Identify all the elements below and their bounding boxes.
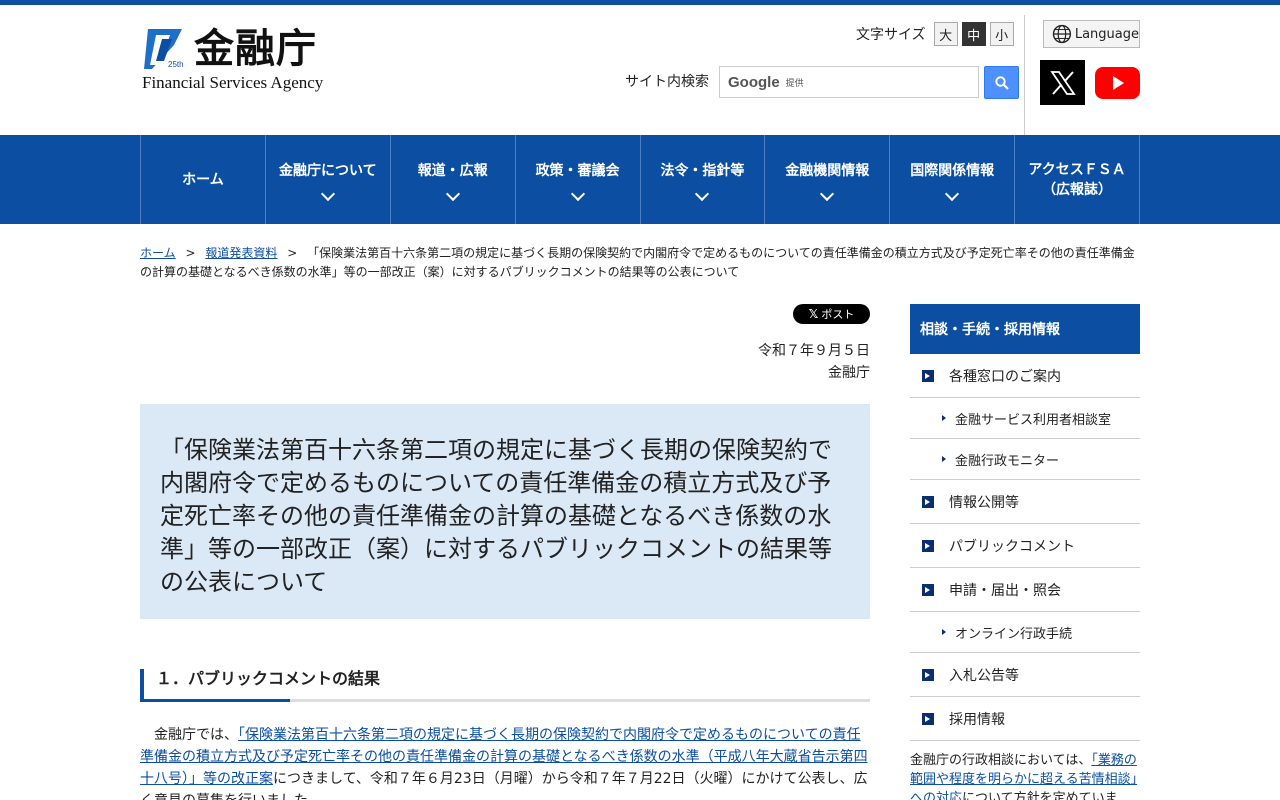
nav-about-label: 金融庁について xyxy=(279,162,377,179)
chevron-down-icon xyxy=(695,186,710,201)
sidebar-item-recruit[interactable]: 採用情報 xyxy=(910,697,1140,741)
chevron-down-icon xyxy=(570,186,585,201)
font-size-small-button[interactable]: 小 xyxy=(989,22,1014,46)
sidebar-subitem-online[interactable]: オンライン行政手続 xyxy=(910,612,1140,653)
sidebar: 相談・手続・採用情報 各種窓口のご案内 金融サービス利用者相談室 金融行政モニタ… xyxy=(910,304,1140,800)
arrow-square-icon xyxy=(922,712,934,725)
nav-press[interactable]: 報道・広報 xyxy=(391,135,516,224)
nav-about[interactable]: 金融庁について xyxy=(266,135,391,224)
nav-laws-label: 法令・指針等 xyxy=(660,162,745,179)
site-header: 25th 金融庁 Financial Services Agency 文字サイズ… xyxy=(140,5,1140,135)
google-label: Google xyxy=(728,73,780,91)
arrow-square-icon xyxy=(922,668,934,681)
nav-access-fsa-sublabel: （広報誌） xyxy=(1042,181,1113,198)
nav-institutions-label: 金融機関情報 xyxy=(785,162,870,179)
arrow-square-icon xyxy=(922,495,934,508)
google-provided-label: 提供 xyxy=(785,78,804,89)
font-size-control: 文字サイズ 大 中 小 xyxy=(856,22,1014,46)
x-logo-icon xyxy=(1049,70,1076,95)
triangle-right-icon xyxy=(942,629,946,635)
font-size-label: 文字サイズ xyxy=(856,27,926,43)
play-icon xyxy=(1112,76,1124,90)
logo-title: 金融庁 xyxy=(194,25,317,72)
nav-press-label: 報道・広報 xyxy=(417,162,488,179)
sidebar-item-public-comment[interactable]: パブリックコメント xyxy=(910,524,1140,568)
sidebar-item-label: 申請・届出・照会 xyxy=(949,582,1061,599)
x-post-button[interactable]: 𝕏 ポスト xyxy=(793,304,870,324)
breadcrumb-separator: > xyxy=(185,246,196,260)
sidebar-item-bids[interactable]: 入札公告等 xyxy=(910,653,1140,697)
publish-info: 令和７年９月５日 金融庁 xyxy=(758,340,870,384)
breadcrumb-home-link[interactable]: ホーム xyxy=(140,246,176,260)
logo-mark-icon: 25th xyxy=(144,29,184,69)
triangle-right-icon xyxy=(942,456,946,462)
sidebar-subitem-consultation[interactable]: 金融サービス利用者相談室 xyxy=(910,398,1140,439)
nav-laws[interactable]: 法令・指針等 xyxy=(641,135,766,224)
nav-policy[interactable]: 政策・審議会 xyxy=(516,135,641,224)
globe-icon xyxy=(1052,24,1072,44)
font-size-medium-button[interactable]: 中 xyxy=(961,22,986,46)
global-nav: ホーム 金融庁について 報道・広報 政策・審議会 法令・指針等 金融機関情報 国… xyxy=(0,135,1280,224)
nav-home[interactable]: ホーム xyxy=(141,135,266,224)
sidebar-item-label: 各種窓口のご案内 xyxy=(949,368,1061,385)
language-button[interactable]: Language xyxy=(1043,20,1140,48)
body-prefix: 金融庁では、 xyxy=(140,727,238,743)
chevron-down-icon xyxy=(445,186,460,201)
sidebar-subitem-label: 金融行政モニター xyxy=(955,453,1060,469)
content-area: 𝕏 ポスト 令和７年９月５日 金融庁 「保険業法第百十六条第二項の規定に基づく長… xyxy=(140,304,1140,800)
section-underline-accent xyxy=(140,699,290,702)
page-title: 「保険業法第百十六条第二項の規定に基づく長期の保険契約で内閣府令で定めるものにつ… xyxy=(160,436,832,596)
arrow-square-icon xyxy=(922,539,934,552)
arrow-square-icon xyxy=(922,583,934,596)
site-search-label: サイト内検索 xyxy=(625,74,709,90)
chevron-down-icon xyxy=(320,186,335,201)
nav-access-fsa-label: アクセスＦＳＡ xyxy=(1028,161,1126,178)
sidebar-note: 金融庁の行政相談においては、「業務の範囲や程度を明らかに超える苦情相談」への対応… xyxy=(910,751,1140,800)
section-heading: １．パブリックコメントの結果 xyxy=(140,669,870,701)
sidebar-item-disclosure[interactable]: 情報公開等 xyxy=(910,480,1140,524)
logo-subtitle: Financial Services Agency xyxy=(142,73,324,92)
svg-text:25th: 25th xyxy=(168,60,184,69)
publish-date: 令和７年９月５日 xyxy=(758,343,870,359)
breadcrumb-press-link[interactable]: 報道発表資料 xyxy=(205,246,277,260)
youtube-social-icon[interactable] xyxy=(1095,67,1140,99)
search-icon xyxy=(994,75,1009,90)
breadcrumb: ホーム > 報道発表資料 > 「保険業法第百十六条第二項の規定に基づく長期の保険… xyxy=(140,244,1140,282)
nav-institutions[interactable]: 金融機関情報 xyxy=(765,135,891,224)
nav-policy-label: 政策・審議会 xyxy=(535,162,620,179)
publisher: 金融庁 xyxy=(828,365,870,381)
chevron-down-icon xyxy=(945,186,960,201)
font-size-large-button[interactable]: 大 xyxy=(933,22,958,46)
fsa-logo[interactable]: 25th 金融庁 Financial Services Agency xyxy=(140,25,340,95)
page-title-box: 「保険業法第百十六条第二項の規定に基づく長期の保険契約で内閣府令で定めるものにつ… xyxy=(140,404,870,619)
sidebar-subitem-label: オンライン行政手続 xyxy=(955,626,1073,642)
nav-home-label: ホーム xyxy=(182,171,224,188)
sidebar-item-label: 採用情報 xyxy=(949,711,1005,728)
sidebar-subitem-monitor[interactable]: 金融行政モニター xyxy=(910,439,1140,480)
x-small-icon: 𝕏 xyxy=(808,307,819,321)
sidebar-item-applications[interactable]: 申請・届出・照会 xyxy=(910,568,1140,612)
nav-international-label: 国際関係情報 xyxy=(910,162,995,179)
breadcrumb-separator: > xyxy=(287,246,298,260)
post-label: ポスト xyxy=(821,308,855,321)
sidebar-item-label: 入札公告等 xyxy=(949,667,1019,684)
header-divider xyxy=(1024,15,1025,135)
chevron-down-icon xyxy=(820,186,835,201)
sidebar-item-contacts[interactable]: 各種窓口のご案内 xyxy=(910,354,1140,398)
search-button[interactable] xyxy=(984,66,1019,99)
note-prefix: 金融庁の行政相談においては、 xyxy=(910,753,1092,768)
language-label: Language xyxy=(1074,26,1139,42)
nav-international[interactable]: 国際関係情報 xyxy=(890,135,1016,224)
site-search-input[interactable]: Google 提供 xyxy=(719,66,979,98)
sidebar-heading: 相談・手続・採用情報 xyxy=(910,304,1140,354)
x-social-icon[interactable] xyxy=(1040,60,1085,105)
sidebar-subitem-label: 金融サービス利用者相談室 xyxy=(955,412,1112,428)
nav-access-fsa[interactable]: アクセスＦＳＡ （広報誌） xyxy=(1015,135,1140,224)
body-paragraph: 金融庁では、「保険業法第百十六条第二項の規定に基づく長期の保険契約で内閣府令で定… xyxy=(140,724,870,800)
sidebar-item-label: 情報公開等 xyxy=(949,494,1019,511)
arrow-square-icon xyxy=(922,369,934,382)
triangle-right-icon xyxy=(942,415,946,421)
sidebar-item-label: パブリックコメント xyxy=(949,538,1075,555)
